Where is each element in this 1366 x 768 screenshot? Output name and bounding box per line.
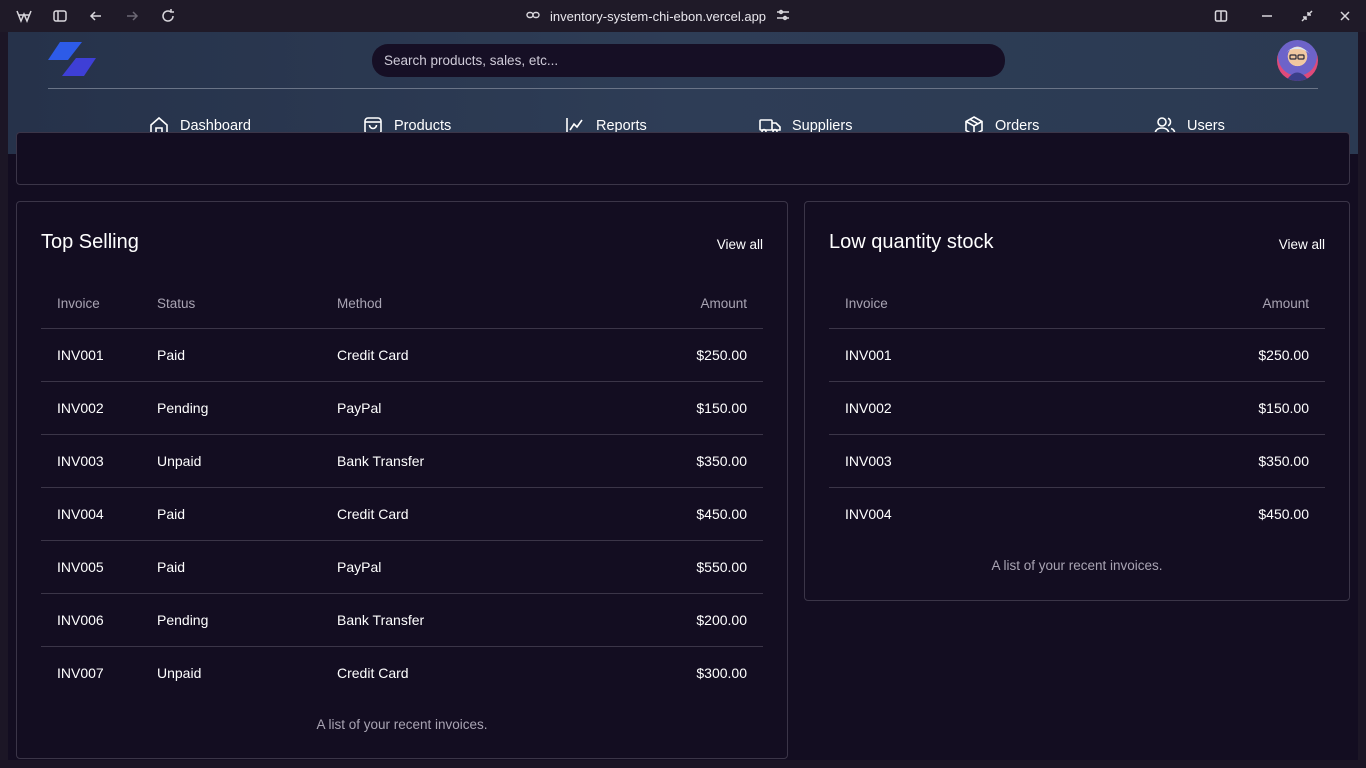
method-cell: Bank Transfer — [337, 453, 425, 469]
avatar[interactable] — [1277, 40, 1318, 81]
view-all-link[interactable]: View all — [717, 237, 763, 252]
amount-cell: $250.00 — [696, 347, 747, 363]
url-text: inventory-system-chi-ebon.vercel.app — [550, 8, 767, 24]
app-logo-icon[interactable] — [48, 42, 98, 78]
split-view-icon[interactable] — [1211, 6, 1231, 26]
invoice-cell: INV004 — [57, 506, 104, 522]
row-divider — [41, 381, 763, 382]
invoice-cell: INV001 — [57, 347, 104, 363]
back-icon[interactable] — [86, 6, 106, 26]
invoice-cell: INV003 — [845, 453, 892, 469]
status-cell: Paid — [157, 506, 186, 522]
browser-logo-icon[interactable] — [14, 6, 34, 26]
invoice-cell: INV005 — [57, 559, 104, 575]
table-caption: A list of your recent invoices. — [991, 558, 1163, 573]
invoice-cell: INV002 — [57, 400, 104, 416]
header-divider — [829, 328, 1325, 329]
site-settings-icon[interactable] — [776, 8, 790, 25]
row-divider — [41, 487, 763, 488]
column-header-invoice[interactable]: Invoice — [845, 296, 888, 311]
amount-cell: $450.00 — [696, 506, 747, 522]
invoice-cell: INV003 — [57, 453, 104, 469]
column-header-method[interactable]: Method — [337, 296, 382, 311]
invoice-cell: INV002 — [845, 400, 892, 416]
method-cell: Credit Card — [337, 347, 409, 363]
amount-cell: $300.00 — [696, 665, 747, 681]
method-cell: Bank Transfer — [337, 612, 425, 628]
close-icon[interactable] — [1335, 6, 1355, 26]
overview-card — [16, 132, 1350, 185]
status-cell: Pending — [157, 612, 209, 628]
row-divider — [41, 646, 763, 647]
amount-cell: $250.00 — [1258, 347, 1309, 363]
amount-cell: $550.00 — [696, 559, 747, 575]
status-cell: Paid — [157, 559, 186, 575]
address-bar[interactable]: inventory-system-chi-ebon.vercel.app — [526, 6, 790, 26]
amount-cell: $200.00 — [696, 612, 747, 628]
row-divider — [829, 381, 1325, 382]
amount-cell: $150.00 — [1258, 400, 1309, 416]
status-cell: Paid — [157, 347, 186, 363]
top-selling-card: Top Selling View all Invoice Status Meth… — [16, 201, 788, 759]
minimize-icon[interactable] — [1257, 6, 1277, 26]
invoice-cell: INV006 — [57, 612, 104, 628]
row-divider — [41, 540, 763, 541]
amount-cell: $450.00 — [1258, 506, 1309, 522]
table-caption: A list of your recent invoices. — [316, 717, 488, 732]
card-title: Top Selling — [41, 231, 139, 253]
amount-cell: $350.00 — [696, 453, 747, 469]
row-divider — [829, 434, 1325, 435]
sidebar-toggle-icon[interactable] — [50, 6, 70, 26]
forward-icon[interactable] — [122, 6, 142, 26]
column-header-amount[interactable]: Amount — [1262, 296, 1309, 311]
amount-cell: $150.00 — [696, 400, 747, 416]
status-cell: Pending — [157, 400, 209, 416]
search-input[interactable]: Search products, sales, etc... — [372, 44, 1005, 77]
method-cell: Credit Card — [337, 506, 409, 522]
invoice-cell: INV001 — [845, 347, 892, 363]
reload-icon[interactable] — [158, 6, 178, 26]
method-cell: Credit Card — [337, 665, 409, 681]
browser-toolbar: inventory-system-chi-ebon.vercel.app — [0, 0, 1366, 32]
view-all-link[interactable]: View all — [1279, 237, 1325, 252]
header-divider — [41, 328, 763, 329]
method-cell: PayPal — [337, 559, 382, 575]
column-header-status[interactable]: Status — [157, 296, 195, 311]
header-divider — [48, 88, 1318, 89]
column-header-invoice[interactable]: Invoice — [57, 296, 100, 311]
amount-cell: $350.00 — [1258, 453, 1309, 469]
row-divider — [41, 593, 763, 594]
row-divider — [41, 434, 763, 435]
invoice-cell: INV004 — [845, 506, 892, 522]
low-stock-card: Low quantity stock View all Invoice Amou… — [804, 201, 1350, 601]
link-icon — [526, 8, 540, 25]
restore-icon[interactable] — [1297, 6, 1317, 26]
method-cell: PayPal — [337, 400, 382, 416]
status-cell: Unpaid — [157, 665, 202, 681]
app-window: Search products, sales, etc... Dashboard… — [8, 32, 1358, 760]
card-title: Low quantity stock — [829, 231, 994, 253]
row-divider — [829, 487, 1325, 488]
invoice-cell: INV007 — [57, 665, 104, 681]
column-header-amount[interactable]: Amount — [700, 296, 747, 311]
status-cell: Unpaid — [157, 453, 202, 469]
